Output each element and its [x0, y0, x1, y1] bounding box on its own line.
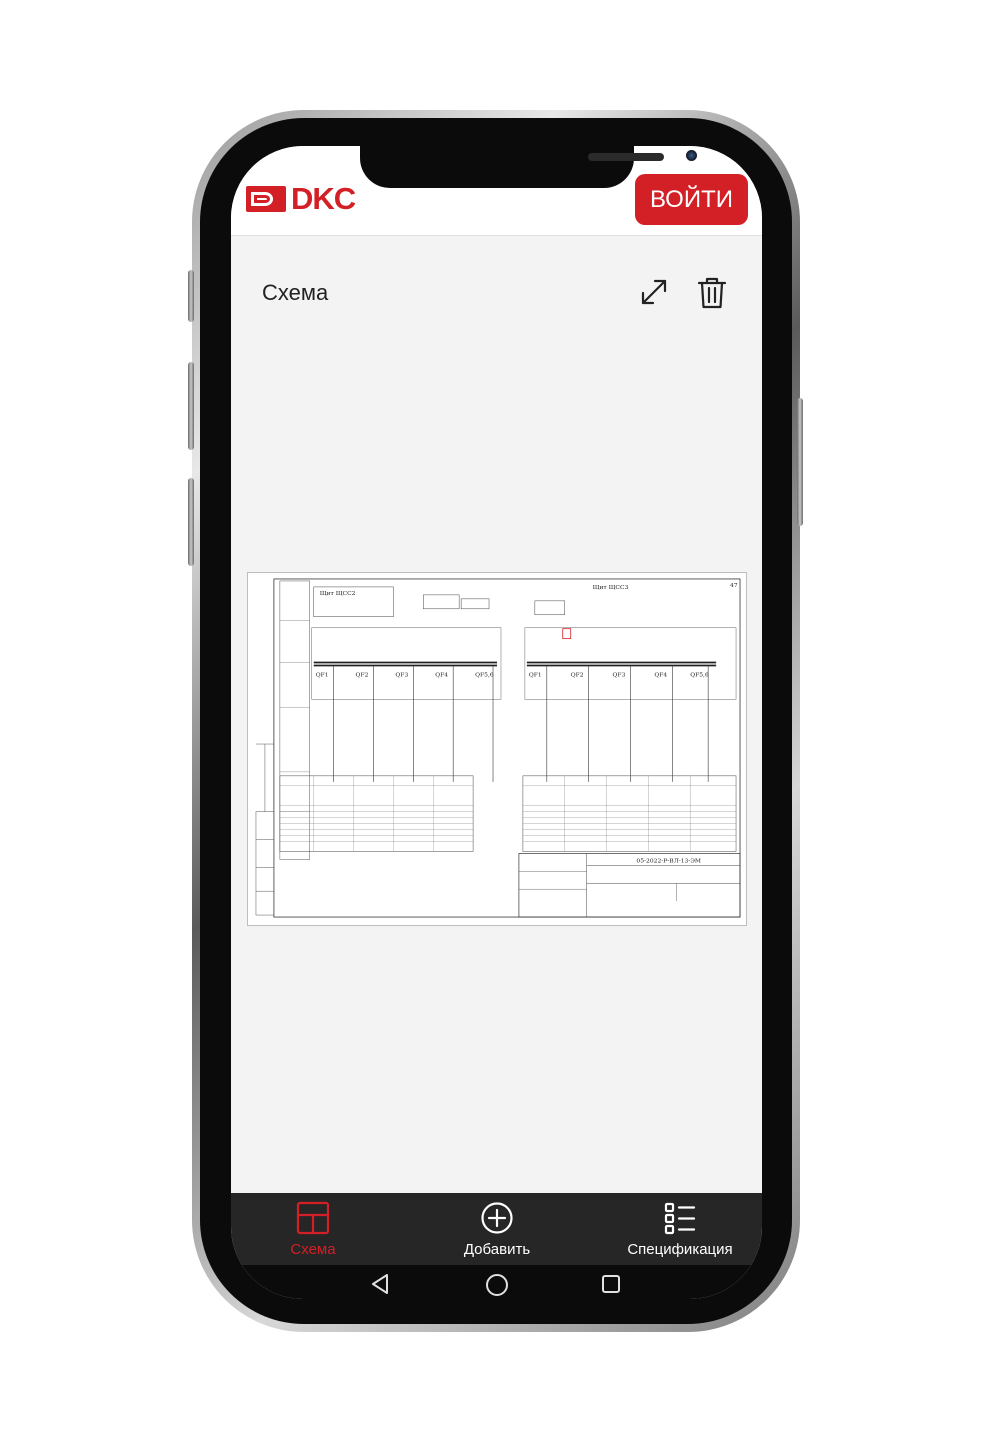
home-icon[interactable]: [485, 1273, 509, 1297]
tab-label: Схема: [290, 1241, 336, 1258]
breaker-label: QF4: [435, 671, 448, 678]
breaker-label: QF2: [571, 671, 584, 678]
breaker-label: QF2: [356, 671, 369, 678]
panel-title-right: Щит ЩСС3: [593, 584, 629, 591]
tab-add[interactable]: Добавить: [454, 1201, 540, 1258]
breaker-label: QF1: [316, 671, 329, 678]
breaker-label: QF3: [395, 671, 408, 678]
logo-text: DKC: [291, 181, 356, 216]
mute-switch: [188, 270, 194, 322]
phone-screen: DKC ВОЙТИ Схема QF1 QF2 QF3 QF4 QF5,6 QF…: [231, 146, 762, 1299]
sheet-number: 47: [730, 582, 738, 589]
page-title: Схема: [262, 280, 329, 305]
panel-title-left: Щит ЩСС2: [320, 590, 356, 597]
schematic-drawing[interactable]: QF1 QF2 QF3 QF4 QF5,6 QF1 QF2 QF3 QF4 QF…: [247, 572, 747, 926]
dkc-emblem-icon: [246, 186, 286, 212]
document-code: 05-2022-Р-ВЛ-13-ЭМ: [636, 857, 701, 864]
front-camera: [686, 150, 697, 161]
tab-schema[interactable]: Схема: [275, 1201, 351, 1258]
bottom-tab-bar: Схема Добавить Спецификация: [231, 1193, 762, 1265]
tab-label: Добавить: [463, 1241, 531, 1258]
breaker-label: QF4: [654, 671, 667, 678]
breaker-label: QF5,6: [475, 671, 494, 678]
list-icon: [664, 1202, 696, 1235]
expand-icon[interactable]: [638, 276, 670, 308]
volume-down-button: [188, 478, 194, 566]
phone-notch: [360, 146, 697, 188]
tab-specification[interactable]: Спецификация: [621, 1201, 739, 1258]
login-button[interactable]: ВОЙТИ: [635, 174, 748, 225]
system-nav-bar: [231, 1265, 762, 1299]
breaker-label: QF1: [529, 671, 542, 678]
schematic-svg: QF1 QF2 QF3 QF4 QF5,6 QF1 QF2 QF3 QF4 QF…: [255, 578, 741, 918]
volume-up-button: [188, 362, 194, 450]
speaker-grille: [588, 153, 664, 161]
breaker-label: QF3: [613, 671, 626, 678]
breaker-label: QF5,6: [690, 671, 709, 678]
recent-apps-icon[interactable]: [600, 1273, 622, 1295]
power-button: [797, 398, 803, 526]
tab-label: Спецификация: [627, 1241, 733, 1258]
back-icon[interactable]: [369, 1273, 391, 1295]
dkc-logo: DKC: [245, 181, 356, 216]
trash-icon[interactable]: [697, 276, 727, 310]
plus-circle-icon: [481, 1202, 513, 1234]
grid-icon: [296, 1201, 330, 1235]
